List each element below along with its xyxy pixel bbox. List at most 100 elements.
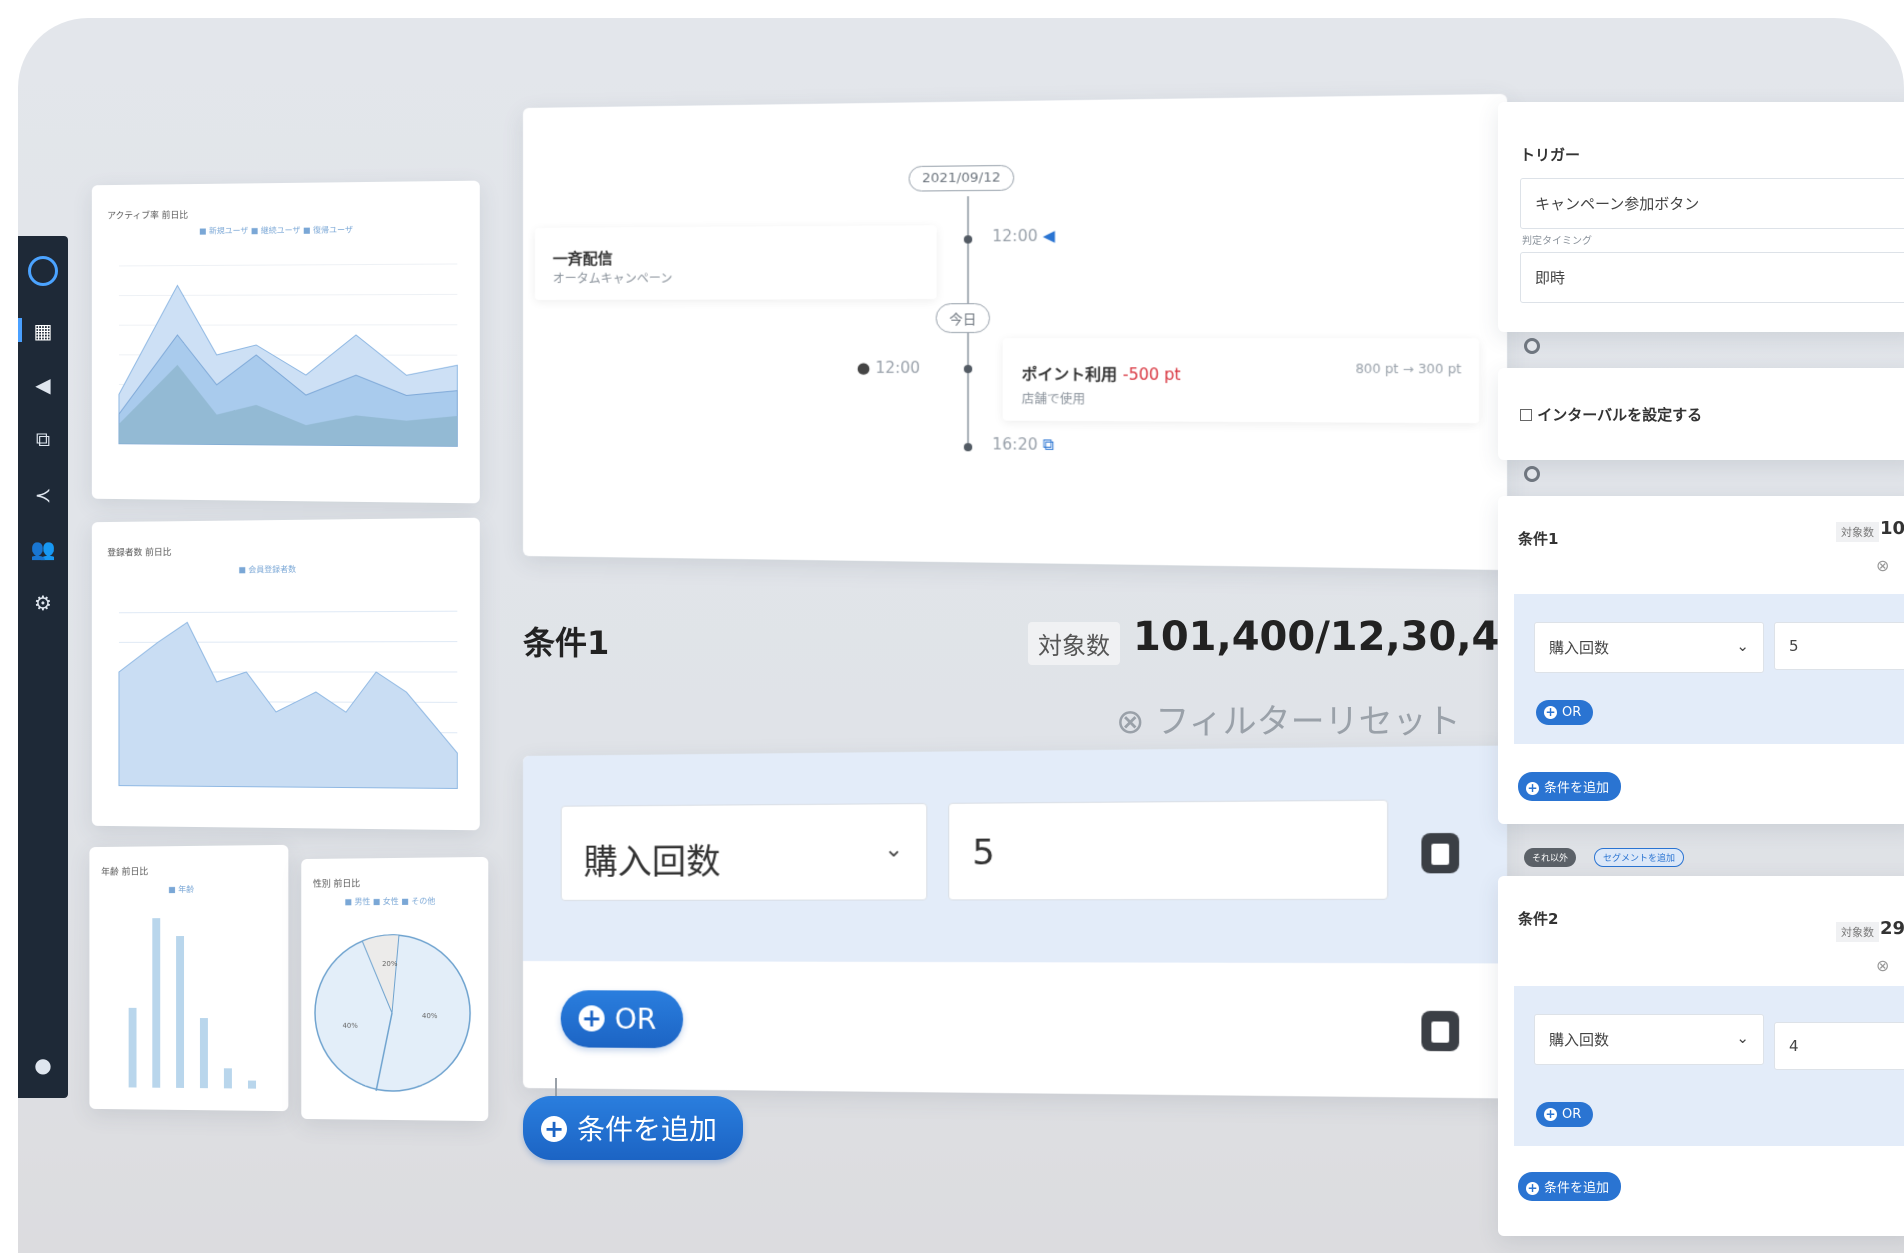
active-indicator: [18, 318, 22, 342]
connector-dot: [1524, 338, 1540, 354]
chart-title: 性別 前日比: [313, 876, 360, 889]
chart-legend: ■ 新規ユーザ ■ 継続ユーザ ■ 復帰ユーザ: [199, 224, 353, 236]
timing-label: 判定タイミング: [1522, 232, 1592, 247]
coin-icon: ●: [857, 359, 871, 377]
value-input[interactable]: 5: [948, 800, 1388, 901]
condition-row: 購入回数 ⌄ 5: [523, 746, 1507, 964]
event-time: 16:20 ⧉: [992, 435, 1054, 454]
interval-checkbox[interactable]: インターバルを設定する: [1520, 404, 1702, 425]
field-select[interactable]: 購入回数 ⌄: [561, 803, 928, 901]
condition1-title: 条件1: [1518, 528, 1558, 549]
chart-title: 年齢 前日比: [101, 864, 148, 877]
value-input[interactable]: 4: [1774, 1022, 1904, 1070]
or-button[interactable]: + OR: [561, 990, 683, 1048]
chart-active-card: アクティブ率 前日比 ■ 新規ユーザ ■ 継続ユーザ ■ 復帰ユーザ: [92, 181, 480, 504]
or-button[interactable]: + OR: [1536, 1102, 1593, 1127]
pie-label: 20%: [382, 960, 398, 968]
close-circle-icon[interactable]: ⊗: [1876, 556, 1889, 575]
add-condition-button[interactable]: + 条件を追加: [1518, 1172, 1621, 1201]
megaphone-icon[interactable]: ◀: [30, 372, 56, 398]
close-circle-icon: ⊗: [1116, 702, 1145, 742]
chart-registration-card: 登録者数 前日比 ■ 会員登録者数: [92, 518, 480, 831]
event-title: 一斉配信: [553, 248, 613, 269]
gender-pie-chart: 20% 40% 40%: [313, 917, 482, 1108]
timeline-dot: [964, 235, 972, 243]
timeline-card: 2021/09/12 12:00 ◀ 一斉配信 オータムキャンペーン 今日 ● …: [523, 94, 1507, 570]
chart-legend: ■ 男性 ■ 女性 ■ その他: [344, 896, 435, 908]
plus-icon: +: [1544, 1108, 1557, 1121]
share-icon[interactable]: ≺: [30, 482, 56, 508]
chevron-down-icon: ⌄: [1736, 1029, 1749, 1047]
coupon-icon: ⧉: [1043, 435, 1054, 454]
event-broadcast[interactable]: 一斉配信 オータムキャンペーン: [535, 225, 937, 300]
count-value: 10: [1880, 518, 1904, 539]
chart-title: 登録者数 前日比: [107, 545, 171, 558]
date-pill: 2021/09/12: [909, 165, 1015, 192]
interval-card: インターバルを設定する: [1498, 368, 1904, 460]
chart-legend: ■ 会員登録者数: [238, 564, 296, 575]
chart-gender-card: 性別 前日比 ■ 男性 ■ 女性 ■ その他 20% 40% 40%: [301, 857, 488, 1121]
count-label: 対象数: [1836, 922, 1879, 942]
add-condition-button[interactable]: + 条件を追加: [1518, 772, 1621, 801]
condition1-row: 購入回数 ⌄ 5 + OR: [1514, 594, 1904, 744]
timeline-dot: [964, 365, 972, 373]
add-segment-badge[interactable]: セグメントを追加: [1594, 848, 1684, 867]
else-badge[interactable]: それ以外: [1524, 848, 1576, 867]
checkbox-icon: [1520, 409, 1532, 421]
chart-legend: ■ 年齢: [168, 884, 194, 895]
field-select[interactable]: 購入回数 ⌄: [1534, 622, 1764, 673]
dashboard-icon[interactable]: ▦: [30, 318, 56, 344]
logo-icon[interactable]: [28, 256, 58, 286]
pie-label: 40%: [343, 1022, 359, 1030]
users-icon[interactable]: 👥: [30, 536, 56, 562]
event-title: ポイント利用 -500 pt: [1022, 363, 1181, 385]
active-area-chart: [109, 244, 467, 483]
chevron-down-icon: ⌄: [1736, 637, 1749, 655]
today-pill: 今日: [936, 303, 990, 333]
close-circle-icon[interactable]: ⊗: [1876, 956, 1889, 975]
timeline-dot: [964, 443, 972, 451]
trigger-select[interactable]: キャンペーン参加ボタン: [1520, 178, 1904, 229]
plus-icon: +: [1526, 1182, 1539, 1195]
filter-reset-button[interactable]: ⊗ フィルターリセット: [1116, 694, 1461, 743]
connector-dot: [1524, 466, 1540, 482]
chevron-down-icon: ⌄: [884, 837, 903, 863]
condition2-title: 条件2: [1518, 908, 1558, 929]
event-time: ● 12:00: [857, 359, 920, 378]
count-label: 対象数: [1028, 622, 1120, 665]
timing-select[interactable]: 即時: [1520, 252, 1904, 303]
registration-area-chart: [109, 581, 467, 810]
condition1-card: 条件1 対象数 10 ⊗ 購入回数 ⌄ 5 + OR + 条件を追加: [1498, 496, 1904, 824]
value-input[interactable]: 5: [1774, 622, 1904, 670]
condition2-card: 条件2 対象数 29 ⊗ 購入回数 ⌄ 4 + OR + 条件を追加: [1498, 876, 1904, 1236]
add-condition-button[interactable]: + 条件を追加: [523, 1096, 743, 1160]
or-button[interactable]: + OR: [1536, 700, 1593, 725]
plus-icon: +: [579, 1005, 605, 1031]
trigger-label: トリガー: [1520, 144, 1580, 165]
app-stage: ▦ ◀ ⧉ ≺ 👥 ⚙ ● アクティブ率 前日比 ■ 新規ユーザ ■ 継続ユーザ…: [18, 18, 1904, 1253]
account-icon[interactable]: ●: [30, 1052, 56, 1078]
megaphone-icon: ◀: [1043, 227, 1055, 246]
count-value: 101,400/12,30,414: [1133, 614, 1555, 660]
event-subtitle: オータムキャンペーン: [553, 269, 673, 287]
trigger-card: トリガー キャンペーン参加ボタン 判定タイミング 即時: [1498, 102, 1904, 332]
trash-icon[interactable]: [1421, 1011, 1459, 1051]
sidebar: ▦ ◀ ⧉ ≺ 👥 ⚙ ●: [18, 236, 68, 1098]
count-value: 29: [1880, 918, 1904, 939]
field-select[interactable]: 購入回数 ⌄: [1534, 1014, 1764, 1065]
field-select-value: 購入回数: [584, 834, 721, 884]
plus-icon: +: [1526, 782, 1539, 795]
condition-panel: 購入回数 ⌄ 5 + OR: [523, 746, 1507, 1099]
chart-title: アクティブ率 前日比: [107, 208, 188, 222]
point-balance: 800 pt → 300 pt: [1356, 361, 1462, 376]
value-input-text: 5: [972, 832, 995, 873]
gear-icon[interactable]: ⚙: [30, 590, 56, 616]
condition-title: 条件1: [523, 618, 609, 664]
plus-icon: +: [1544, 706, 1557, 719]
plus-icon: +: [541, 1116, 567, 1142]
trash-icon[interactable]: [1421, 833, 1459, 873]
pie-label: 40%: [422, 1012, 438, 1020]
coupon-icon[interactable]: ⧉: [30, 426, 56, 452]
chart-age-card: 年齢 前日比 ■ 年齢: [89, 845, 288, 1111]
event-point-use[interactable]: ポイント利用 -500 pt 店舗で使用 800 pt → 300 pt: [1003, 338, 1480, 423]
